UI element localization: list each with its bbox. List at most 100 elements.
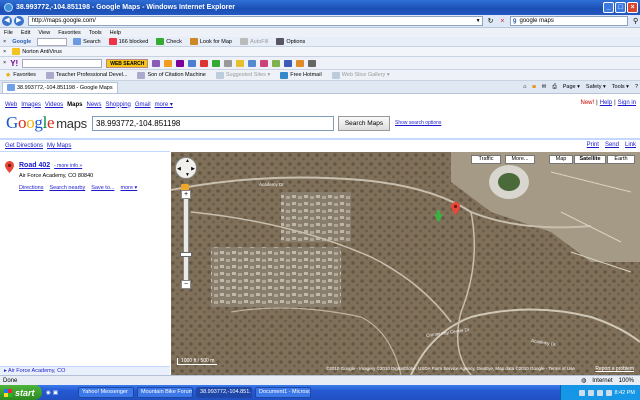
task-yahoo-messenger[interactable]: Yahoo! Messenger: [78, 387, 135, 398]
web-search-button[interactable]: WEB SEARCH: [106, 58, 149, 68]
options-button[interactable]: Options: [274, 38, 307, 45]
google-toolbar-logo[interactable]: Google: [10, 39, 33, 45]
popup-blocked-button[interactable]: 166 blocked: [107, 38, 151, 45]
clock[interactable]: 8:42 PM: [615, 390, 635, 396]
search-options-link[interactable]: Show search options: [395, 120, 441, 126]
nav-shopping[interactable]: Shopping: [106, 102, 131, 108]
satellite-map[interactable]: Academy Dr Community Center Dr Academy D…: [171, 152, 640, 375]
google-toolbar-input[interactable]: [37, 37, 68, 46]
yahoo-tool-icon[interactable]: [152, 59, 161, 67]
close-button[interactable]: ×: [627, 2, 638, 13]
send-link[interactable]: Send: [605, 142, 619, 148]
favorite-webslice[interactable]: Web Slice Gallery ▾: [330, 71, 392, 79]
url-dropdown-icon[interactable]: ▼: [474, 17, 482, 25]
help-link[interactable]: Help: [600, 100, 612, 106]
yahoo-logo[interactable]: Y!: [10, 59, 18, 68]
menu-edit[interactable]: Edit: [21, 30, 30, 36]
safety-menu[interactable]: Safety ▾: [586, 84, 606, 91]
tools-menu[interactable]: Tools ▾: [612, 84, 629, 91]
yahoo-close-icon[interactable]: ×: [3, 60, 6, 66]
task-mountain-bike[interactable]: Mountain Bike Forum...: [137, 387, 194, 398]
security-zone[interactable]: Internet: [592, 378, 612, 384]
favorite-hotmail[interactable]: Free Hotmail: [278, 71, 323, 79]
print-link[interactable]: Print: [587, 142, 599, 148]
help-icon[interactable]: ?: [635, 84, 638, 91]
norton-button[interactable]: Norton AntiVirus: [10, 48, 64, 55]
directions-link[interactable]: Directions: [19, 185, 43, 191]
nav-more[interactable]: more ▾: [155, 101, 173, 108]
yahoo-mail-icon[interactable]: [164, 59, 173, 67]
zoom-slider[interactable]: [183, 198, 189, 286]
report-problem-link[interactable]: Report a problem: [595, 366, 634, 372]
yahoo-more-icon[interactable]: [224, 59, 233, 67]
yahoo-settings-icon[interactable]: [308, 59, 317, 67]
green-arrow-marker-icon[interactable]: [434, 210, 443, 223]
menu-tools[interactable]: Tools: [89, 30, 102, 36]
link-link[interactable]: Link: [625, 142, 636, 148]
task-document1[interactable]: Document1 - Microsof...: [255, 387, 312, 398]
nav-news[interactable]: News: [87, 102, 102, 108]
quick-launch-desktop-icon[interactable]: ▣: [53, 390, 58, 396]
yahoo-y-icon[interactable]: [176, 59, 185, 67]
tray-icon[interactable]: [596, 389, 603, 396]
look-for-map-button[interactable]: Look for Map: [188, 38, 234, 45]
search-field[interactable]: g google maps: [509, 16, 629, 26]
zoom-level[interactable]: 100%: [619, 378, 634, 384]
favorite-teacher[interactable]: Teacher Professional Devel...: [44, 71, 130, 79]
mail-icon[interactable]: ✉: [542, 84, 547, 91]
back-button[interactable]: ◀: [2, 16, 12, 26]
more-link[interactable]: more ▾: [120, 185, 137, 191]
zoom-out-button[interactable]: −: [181, 280, 191, 289]
map-type-satellite-button[interactable]: Satellite: [574, 155, 606, 164]
save-to-link[interactable]: Save to...: [91, 185, 114, 191]
tray-icon[interactable]: [605, 389, 612, 396]
menu-file[interactable]: File: [4, 30, 13, 36]
yahoo-answers-icon[interactable]: [236, 59, 245, 67]
yahoo-shopping-icon[interactable]: [284, 59, 293, 67]
nav-videos[interactable]: Videos: [45, 102, 63, 108]
page-menu[interactable]: Page ▾: [563, 84, 580, 91]
nav-maps[interactable]: Maps: [67, 102, 82, 108]
url-field[interactable]: http://maps.google.com/ ▼: [27, 16, 484, 26]
maximize-button[interactable]: □: [615, 2, 626, 13]
signin-link[interactable]: Sign in: [618, 100, 636, 106]
print-icon[interactable]: ⎙: [552, 84, 556, 91]
favorite-suggested[interactable]: Suggested Sites ▾: [214, 71, 272, 79]
quick-launch-ie-icon[interactable]: ◉: [46, 390, 51, 396]
toolbar-close-icon[interactable]: ×: [3, 39, 6, 45]
yahoo-search-input[interactable]: [22, 58, 103, 68]
autofill-button[interactable]: AutoFill: [238, 38, 270, 45]
more-button[interactable]: More...: [505, 155, 535, 164]
minimize-button[interactable]: _: [603, 2, 614, 13]
menu-view[interactable]: View: [38, 30, 50, 36]
search-nearby-link[interactable]: Search nearby: [49, 185, 85, 191]
stop-icon[interactable]: ×: [498, 17, 507, 26]
maps-search-input[interactable]: 38.993772,-104.851198: [92, 116, 334, 131]
nav-gmail[interactable]: Gmail: [135, 102, 151, 108]
yahoo-travel-icon[interactable]: [296, 59, 305, 67]
norton-close-icon[interactable]: ×: [3, 49, 6, 55]
tray-icon[interactable]: [578, 389, 585, 396]
search-go-icon[interactable]: ⚲: [631, 17, 640, 26]
traffic-button[interactable]: Traffic: [471, 155, 501, 164]
spell-check-button[interactable]: Check: [154, 38, 184, 45]
location-footer[interactable]: ▸ Air Force Academy, CO: [0, 366, 170, 375]
my-maps-link[interactable]: My Maps: [47, 143, 71, 149]
more-info-link[interactable]: - more info »: [54, 163, 82, 169]
nav-images[interactable]: Images: [21, 102, 41, 108]
forward-button[interactable]: ▶: [13, 16, 24, 26]
tab-google-maps[interactable]: 38.993772,-104.851198 - Google Maps: [2, 81, 118, 93]
result-title[interactable]: Road 402- more info »: [19, 162, 82, 169]
pan-control[interactable]: ▲ ▼ ◀ ▶: [175, 157, 197, 179]
yahoo-finance-icon[interactable]: [212, 59, 221, 67]
yahoo-games-icon[interactable]: [200, 59, 209, 67]
zoom-slider-thumb[interactable]: [180, 252, 192, 257]
task-google-maps[interactable]: 38.993772,-104.851...: [196, 387, 253, 398]
home-icon[interactable]: ⌂: [523, 84, 526, 91]
red-marker-icon[interactable]: [451, 202, 460, 215]
menu-help[interactable]: Help: [110, 30, 121, 36]
search-maps-button[interactable]: Search Maps: [338, 116, 390, 131]
map-type-earth-button[interactable]: Earth: [607, 155, 635, 164]
google-maps-logo[interactable]: Google maps: [6, 113, 87, 133]
menu-favorites[interactable]: Favorites: [58, 30, 81, 36]
